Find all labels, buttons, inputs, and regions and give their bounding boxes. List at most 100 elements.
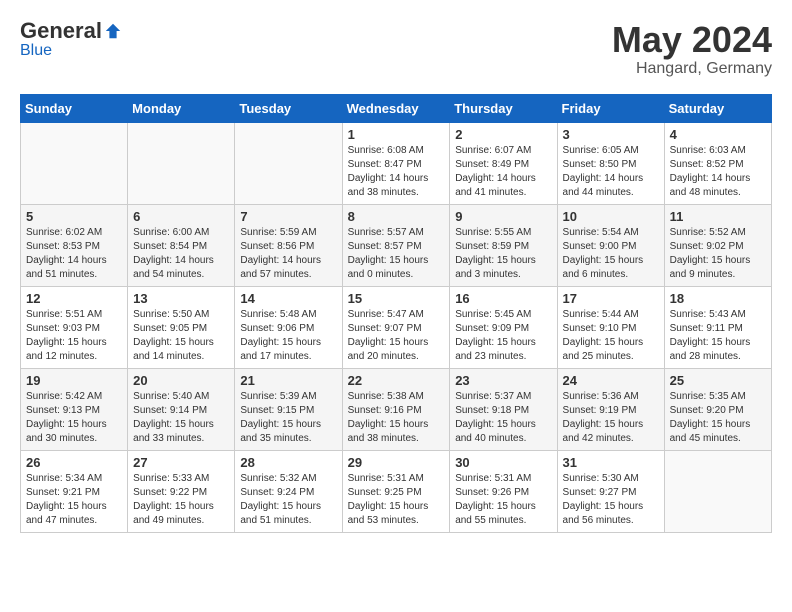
day-number: 7 xyxy=(240,209,336,224)
day-info: Sunrise: 5:30 AM Sunset: 9:27 PM Dayligh… xyxy=(563,472,659,528)
day-number: 5 xyxy=(26,209,122,224)
calendar-cell: 26 Sunrise: 5:34 AM Sunset: 9:21 PM Dayli… xyxy=(21,450,128,532)
day-info: Sunrise: 5:31 AM Sunset: 9:25 PM Dayligh… xyxy=(348,472,445,528)
day-info: Sunrise: 5:39 AM Sunset: 9:15 PM Dayligh… xyxy=(240,390,336,446)
weekday-header-monday: Monday xyxy=(128,94,235,122)
day-number: 30 xyxy=(455,455,551,470)
day-info: Sunrise: 5:34 AM Sunset: 9:21 PM Dayligh… xyxy=(26,472,122,528)
calendar-cell: 1 Sunrise: 6:08 AM Sunset: 8:47 PM Daylig… xyxy=(342,122,450,204)
calendar-cell: 15Sunrise: 5:47 AM Sunset: 9:07 PM Dayli… xyxy=(342,286,450,368)
day-number: 27 xyxy=(133,455,229,470)
calendar-week-row: 12 Sunrise: 5:51 AM Sunset: 9:03 PM Dayli… xyxy=(21,286,772,368)
day-info: Sunrise: 5:32 AM Sunset: 9:24 PM Dayligh… xyxy=(240,472,336,528)
weekday-header-row: SundayMondayTuesdayWednesdayThursdayFrid… xyxy=(21,94,772,122)
day-number: 13 xyxy=(133,291,229,306)
day-number: 19 xyxy=(26,373,122,388)
calendar-week-row: 26 Sunrise: 5:34 AM Sunset: 9:21 PM Dayli… xyxy=(21,450,772,532)
calendar-cell: 14 Sunrise: 5:48 AM Sunset: 9:06 PM Dayli… xyxy=(235,286,342,368)
day-info: Sunrise: 6:08 AM Sunset: 8:47 PM Dayligh… xyxy=(348,144,445,200)
day-info: Sunrise: 5:55 AM Sunset: 8:59 PM Dayligh… xyxy=(455,226,551,282)
day-info: Sunrise: 5:37 AM Sunset: 9:18 PM Dayligh… xyxy=(455,390,551,446)
weekday-header-sunday: Sunday xyxy=(21,94,128,122)
weekday-header-friday: Friday xyxy=(557,94,664,122)
day-info: Sunrise: 5:36 AM Sunset: 9:19 PM Dayligh… xyxy=(563,390,659,446)
calendar-cell: 13 Sunrise: 5:50 AM Sunset: 9:05 PM Dayli… xyxy=(128,286,235,368)
day-number: 12 xyxy=(26,291,122,306)
day-number: 29 xyxy=(348,455,445,470)
day-info: Sunrise: 5:38 AM Sunset: 9:16 PM Dayligh… xyxy=(348,390,445,446)
weekday-header-wednesday: Wednesday xyxy=(342,94,450,122)
calendar-cell: 6 Sunrise: 6:00 AM Sunset: 8:54 PM Daylig… xyxy=(128,204,235,286)
title-block: May 2024 Hangard, Germany xyxy=(612,20,772,78)
day-number: 18 xyxy=(670,291,766,306)
calendar-cell xyxy=(128,122,235,204)
logo-blue-text: Blue xyxy=(20,42,52,60)
day-number: 16 xyxy=(455,291,551,306)
calendar-cell: 11 Sunrise: 5:52 AM Sunset: 9:02 PM Dayli… xyxy=(664,204,771,286)
day-info: Sunrise: 6:03 AM Sunset: 8:52 PM Dayligh… xyxy=(670,144,766,200)
logo-general-text: General xyxy=(20,20,102,42)
day-info: Sunrise: 5:44 AM Sunset: 9:10 PM Dayligh… xyxy=(563,308,659,364)
calendar-cell: 28Sunrise: 5:32 AM Sunset: 9:24 PM Dayli… xyxy=(235,450,342,532)
calendar-week-row: 1 Sunrise: 6:08 AM Sunset: 8:47 PM Daylig… xyxy=(21,122,772,204)
day-number: 20 xyxy=(133,373,229,388)
day-number: 22 xyxy=(348,373,445,388)
day-number: 3 xyxy=(563,127,659,142)
day-number: 2 xyxy=(455,127,551,142)
weekday-header-saturday: Saturday xyxy=(664,94,771,122)
day-info: Sunrise: 5:31 AM Sunset: 9:26 PM Dayligh… xyxy=(455,472,551,528)
day-info: Sunrise: 6:02 AM Sunset: 8:53 PM Dayligh… xyxy=(26,226,122,282)
calendar-cell xyxy=(21,122,128,204)
day-info: Sunrise: 5:35 AM Sunset: 9:20 PM Dayligh… xyxy=(670,390,766,446)
logo: General Blue xyxy=(20,20,122,60)
calendar-week-row: 19 Sunrise: 5:42 AM Sunset: 9:13 PM Dayli… xyxy=(21,368,772,450)
day-info: Sunrise: 5:48 AM Sunset: 9:06 PM Dayligh… xyxy=(240,308,336,364)
day-number: 9 xyxy=(455,209,551,224)
day-info: Sunrise: 5:52 AM Sunset: 9:02 PM Dayligh… xyxy=(670,226,766,282)
calendar-cell: 21Sunrise: 5:39 AM Sunset: 9:15 PM Dayli… xyxy=(235,368,342,450)
logo-icon xyxy=(104,22,122,40)
calendar-cell: 7 Sunrise: 5:59 AM Sunset: 8:56 PM Daylig… xyxy=(235,204,342,286)
day-number: 1 xyxy=(348,127,445,142)
calendar-cell: 20 Sunrise: 5:40 AM Sunset: 9:14 PM Dayli… xyxy=(128,368,235,450)
calendar-cell: 3Sunrise: 6:05 AM Sunset: 8:50 PM Daylig… xyxy=(557,122,664,204)
calendar-cell: 22 Sunrise: 5:38 AM Sunset: 9:16 PM Dayli… xyxy=(342,368,450,450)
day-number: 8 xyxy=(348,209,445,224)
calendar-cell: 16 Sunrise: 5:45 AM Sunset: 9:09 PM Dayli… xyxy=(450,286,557,368)
day-number: 10 xyxy=(563,209,659,224)
calendar-table: SundayMondayTuesdayWednesdayThursdayFrid… xyxy=(20,94,772,533)
month-title: May 2024 xyxy=(612,20,772,60)
page-header: General Blue May 2024 Hangard, Germany xyxy=(20,20,772,78)
calendar-cell: 12 Sunrise: 5:51 AM Sunset: 9:03 PM Dayli… xyxy=(21,286,128,368)
day-number: 26 xyxy=(26,455,122,470)
day-number: 14 xyxy=(240,291,336,306)
calendar-cell: 18Sunrise: 5:43 AM Sunset: 9:11 PM Dayli… xyxy=(664,286,771,368)
calendar-cell: 17 Sunrise: 5:44 AM Sunset: 9:10 PM Dayli… xyxy=(557,286,664,368)
calendar-cell: 10 Sunrise: 5:54 AM Sunset: 9:00 PM Dayli… xyxy=(557,204,664,286)
calendar-cell: 5 Sunrise: 6:02 AM Sunset: 8:53 PM Daylig… xyxy=(21,204,128,286)
calendar-cell: 9 Sunrise: 5:55 AM Sunset: 8:59 PM Daylig… xyxy=(450,204,557,286)
calendar-cell: 24Sunrise: 5:36 AM Sunset: 9:19 PM Dayli… xyxy=(557,368,664,450)
calendar-cell: 4Sunrise: 6:03 AM Sunset: 8:52 PM Daylig… xyxy=(664,122,771,204)
day-number: 6 xyxy=(133,209,229,224)
weekday-header-thursday: Thursday xyxy=(450,94,557,122)
calendar-cell: 19 Sunrise: 5:42 AM Sunset: 9:13 PM Dayli… xyxy=(21,368,128,450)
day-number: 11 xyxy=(670,209,766,224)
day-info: Sunrise: 6:07 AM Sunset: 8:49 PM Dayligh… xyxy=(455,144,551,200)
calendar-cell xyxy=(235,122,342,204)
day-info: Sunrise: 5:42 AM Sunset: 9:13 PM Dayligh… xyxy=(26,390,122,446)
calendar-cell: 25 Sunrise: 5:35 AM Sunset: 9:20 PM Dayli… xyxy=(664,368,771,450)
day-info: Sunrise: 5:50 AM Sunset: 9:05 PM Dayligh… xyxy=(133,308,229,364)
day-number: 17 xyxy=(563,291,659,306)
day-number: 25 xyxy=(670,373,766,388)
calendar-cell: 8Sunrise: 5:57 AM Sunset: 8:57 PM Daylig… xyxy=(342,204,450,286)
day-number: 31 xyxy=(563,455,659,470)
day-info: Sunrise: 5:45 AM Sunset: 9:09 PM Dayligh… xyxy=(455,308,551,364)
day-info: Sunrise: 5:40 AM Sunset: 9:14 PM Dayligh… xyxy=(133,390,229,446)
day-info: Sunrise: 6:00 AM Sunset: 8:54 PM Dayligh… xyxy=(133,226,229,282)
day-info: Sunrise: 5:54 AM Sunset: 9:00 PM Dayligh… xyxy=(563,226,659,282)
calendar-cell: 23Sunrise: 5:37 AM Sunset: 9:18 PM Dayli… xyxy=(450,368,557,450)
day-info: Sunrise: 5:59 AM Sunset: 8:56 PM Dayligh… xyxy=(240,226,336,282)
day-info: Sunrise: 5:51 AM Sunset: 9:03 PM Dayligh… xyxy=(26,308,122,364)
calendar-week-row: 5 Sunrise: 6:02 AM Sunset: 8:53 PM Daylig… xyxy=(21,204,772,286)
